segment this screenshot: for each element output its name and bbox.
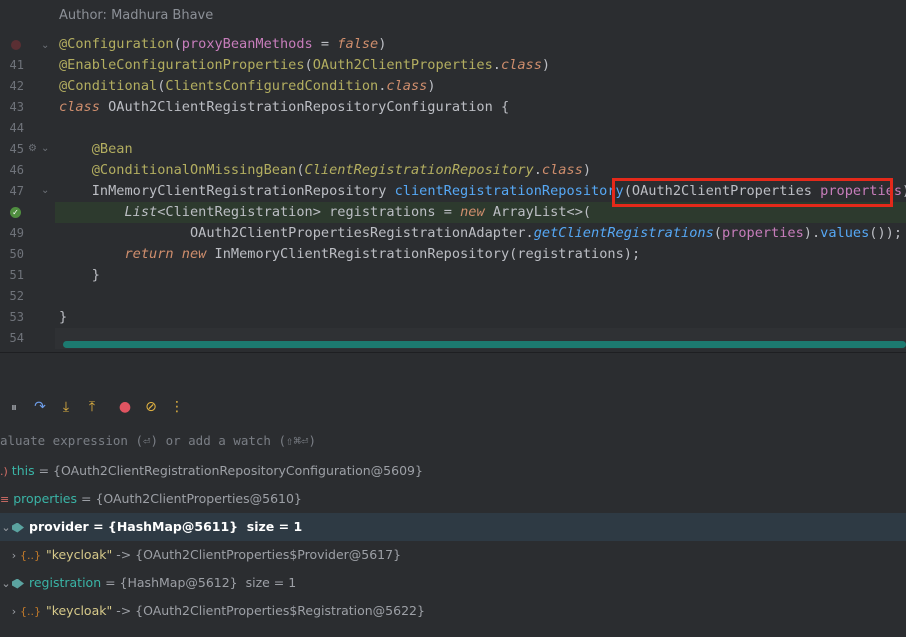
bean-gutter-icon[interactable]: ⚙ [28, 143, 37, 154]
line-number: 44 [9, 121, 24, 135]
line-number: 47 [9, 184, 24, 198]
line-number: 42 [9, 79, 24, 93]
line-number: 49 [9, 226, 24, 240]
code-line-42[interactable]: @Conditional(ClientsConfiguredCondition.… [59, 76, 436, 97]
tag-icon [12, 578, 24, 589]
debugger-panel: ⏸ ↷ ⤓ ⤒ ● ⊘ ⋮ aluate expression (⏎) or a… [0, 353, 906, 637]
fold-chevron-icon[interactable]: ⌄ [41, 143, 49, 154]
line-number: 50 [9, 247, 24, 261]
fold-chevron-icon[interactable]: ⌄ [41, 185, 49, 196]
line-number: 53 [9, 310, 24, 324]
line-number: 45 [9, 142, 24, 156]
debug-toolbar: ⏸ ↷ ⤓ ⤒ ● ⊘ ⋮ [0, 395, 906, 419]
author-label: Author: [59, 8, 107, 23]
tag-icon [12, 522, 24, 533]
code-line-40[interactable]: @Configuration(proxyBeanMethods = false) [59, 34, 386, 55]
line-number: 52 [9, 289, 24, 303]
chevron-right-icon[interactable]: › [8, 542, 20, 570]
code-line-51[interactable]: } [59, 265, 100, 286]
step-over-icon[interactable]: ↷ [32, 399, 48, 415]
map-entry-icon: {..} [19, 549, 41, 562]
chevron-down-icon[interactable]: ⌄ [0, 514, 12, 542]
mute-breakpoints-icon[interactable]: ⊘ [143, 399, 159, 415]
pause-icon[interactable]: ⏸ [6, 399, 22, 415]
code-line-46[interactable]: @ConditionalOnMissingBean(ClientRegistra… [59, 160, 591, 181]
author-doc: Author: Madhura Bhave [59, 8, 213, 23]
variable-row[interactable]: ⌄ registration = {HashMap@5612} size = 1 [0, 569, 906, 597]
execution-point-icon[interactable]: ✓ [10, 207, 21, 218]
code-line-49[interactable]: OAuth2ClientPropertiesRegistrationAdapte… [59, 223, 902, 244]
evaluate-expression-input[interactable]: aluate expression (⏎) or add a watch (⇧⌘… [0, 433, 316, 448]
line-number: 41 [9, 58, 24, 72]
line-number: 43 [9, 100, 24, 114]
variable-row[interactable]: › {..} "keycloak" -> {OAuth2ClientProperti… [0, 541, 906, 569]
code-line-41[interactable]: @EnableConfigurationProperties(OAuth2Cli… [59, 55, 550, 76]
line-number: 54 [9, 331, 24, 345]
author-name: Madhura Bhave [111, 8, 214, 23]
variable-row[interactable]: › {..} "keycloak" -> {OAuth2ClientProperti… [0, 597, 906, 625]
field-icon: ≡ [0, 493, 10, 506]
breakpoint-icon[interactable] [11, 40, 21, 50]
line-number: 51 [9, 268, 24, 282]
map-entry-icon: {..} [19, 605, 41, 618]
code-line-53[interactable]: } [59, 307, 67, 328]
code-line-43[interactable]: class OAuth2ClientRegistrationRepository… [59, 97, 509, 118]
chevron-down-icon[interactable]: ⌄ [0, 570, 12, 598]
code-editor[interactable]: Author: Madhura Bhave ⌄ 41 42 43 44 45 ⚙… [0, 0, 906, 352]
horizontal-scrollbar[interactable] [63, 341, 906, 348]
line-number: 46 [9, 163, 24, 177]
code-line-50[interactable]: return new InMemoryClientRegistrationRep… [59, 244, 640, 265]
more-options-icon[interactable]: ⋮ [169, 399, 185, 415]
parameter-highlight-box [612, 178, 893, 207]
step-into-icon[interactable]: ⤓ [58, 399, 74, 415]
object-icon: .) [0, 465, 8, 478]
fold-chevron-icon[interactable]: ⌄ [41, 40, 49, 51]
view-breakpoints-icon[interactable]: ● [117, 399, 133, 415]
variable-row[interactable]: ≡ properties = {OAuth2ClientProperties@56… [0, 485, 906, 513]
code-line-45[interactable]: @Bean [59, 139, 133, 160]
code-line-48[interactable]: List<ClientRegistration> registrations =… [59, 202, 591, 223]
variable-row-selected[interactable]: ⌄ provider = {HashMap@5611} size = 1 [0, 513, 906, 541]
variable-row[interactable]: .) this = {OAuth2ClientRegistrationReposi… [0, 457, 906, 485]
chevron-right-icon[interactable]: › [8, 598, 20, 626]
step-out-icon[interactable]: ⤒ [84, 399, 100, 415]
